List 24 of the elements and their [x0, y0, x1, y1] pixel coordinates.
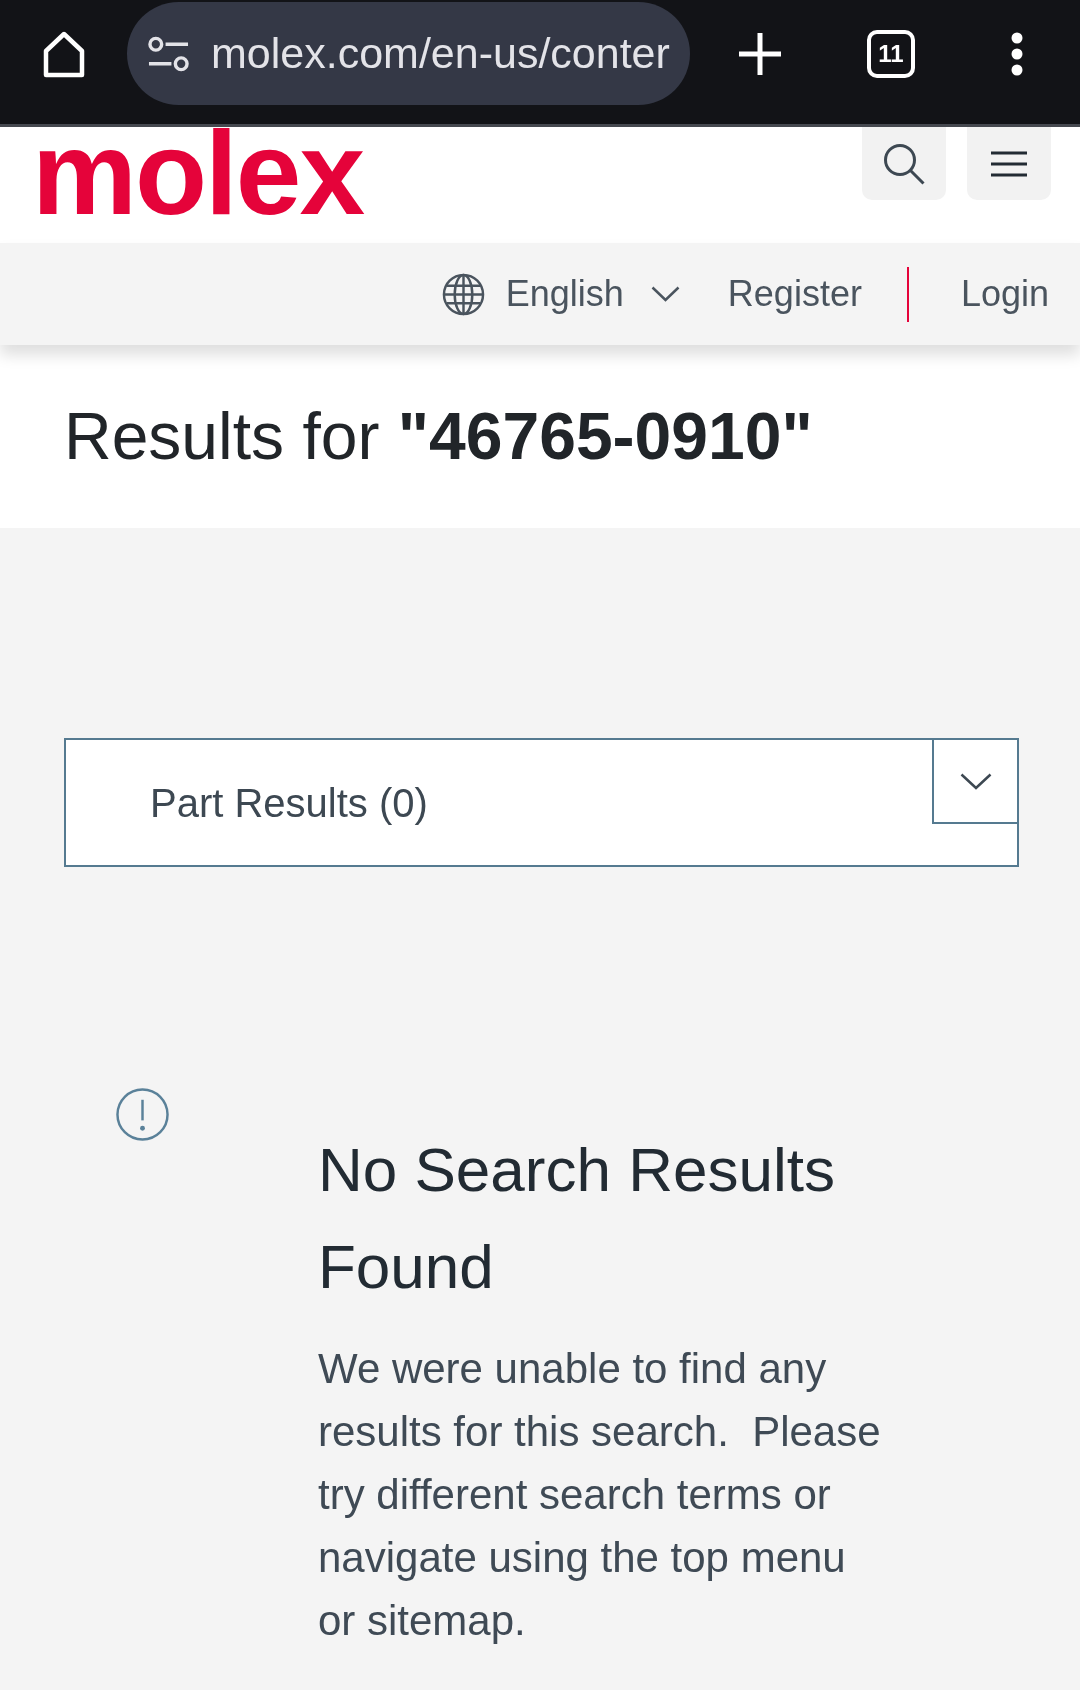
search-icon [883, 142, 925, 185]
more-icon [1010, 31, 1024, 76]
login-link[interactable]: Login [960, 267, 1049, 321]
menu-button[interactable] [967, 127, 1051, 200]
menu-icon [991, 150, 1027, 177]
address-bar[interactable]: molex.com/en-us/conter [127, 2, 690, 105]
tab-switcher-button[interactable]: 11 [867, 29, 915, 78]
results-heading: Results for "46765-0910" [64, 398, 814, 475]
expand-button[interactable] [932, 738, 1019, 824]
home-icon [41, 29, 87, 78]
message-heading: No Search Results Found [318, 1134, 836, 1303]
search-button[interactable] [862, 127, 946, 200]
info-icon [116, 1088, 169, 1141]
chevron-icon [959, 772, 992, 790]
plus-icon [738, 31, 782, 76]
url-text: molex.com/en-us/conter [211, 29, 670, 78]
language-label: English [505, 272, 624, 316]
accordion-title: Part Results (0) [149, 779, 428, 827]
globe-icon [441, 272, 485, 316]
message-text: We were unable to find any results for this search. Please try different search terms or navigate using the top menu or sitemap. [318, 1344, 882, 1646]
caret-icon [650, 286, 680, 302]
tune-icon[interactable] [148, 35, 189, 72]
register-link[interactable]: Register [727, 267, 862, 321]
language-selector[interactable]: English [441, 267, 680, 321]
